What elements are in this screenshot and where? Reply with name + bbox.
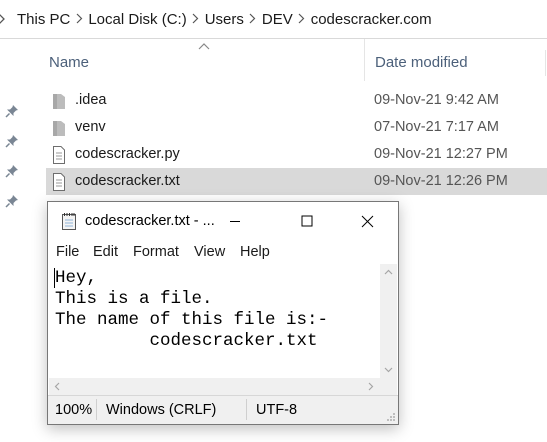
navigation-pane [0,39,26,442]
close-button[interactable] [344,202,390,240]
breadcrumb: This PC Local Disk (C:) Users DEV codesc… [17,0,432,38]
scroll-down-icon[interactable] [384,367,393,373]
text-editor-area[interactable]: Hey, This is a file. The name of this fi… [49,264,380,378]
notepad-menu-bar: File Edit Format View Help [48,240,398,264]
resize-grip-icon[interactable] [386,412,396,422]
file-date: 09-Nov-21 12:26 PM [374,173,508,189]
column-header-date-modified[interactable]: Date modified [364,39,547,81]
notepad-status-bar: 100% Windows (CRLF) UTF-8 [48,395,398,424]
file-date: 07-Nov-21 7:17 AM [374,119,499,135]
menu-help[interactable]: Help [240,244,270,260]
menu-format[interactable]: Format [133,244,179,260]
notepad-app-icon [62,213,76,230]
breadcrumb-codescracker[interactable]: codescracker.com [311,11,432,28]
chevron-right-icon[interactable] [187,12,205,27]
file-name: codescracker.txt [75,173,180,189]
file-date: 09-Nov-21 9:42 AM [374,92,499,108]
scroll-up-icon[interactable] [384,269,393,275]
column-header-name-label: Name [49,54,90,71]
status-divider [246,399,247,420]
vertical-scrollbar[interactable] [380,264,397,378]
horizontal-scrollbar[interactable] [49,378,380,395]
breadcrumb-local-disk[interactable]: Local Disk (C:) [88,11,186,28]
file-name: .idea [75,92,107,108]
maximize-icon [301,215,313,227]
chevron-icon [0,0,6,38]
text-file-icon [53,146,65,164]
menu-view[interactable]: View [194,244,225,260]
column-header-name[interactable]: Name [49,39,359,81]
folder-icon [53,94,65,109]
file-row-idea[interactable]: .idea 09-Nov-21 9:42 AM [46,87,547,114]
pin-icon[interactable] [5,164,19,178]
text-caret [54,268,55,288]
scrollbar-corner [380,378,397,395]
minimize-icon [230,221,240,222]
menu-edit[interactable]: Edit [93,244,118,260]
file-row-venv[interactable]: venv 07-Nov-21 7:17 AM [46,114,547,141]
status-zoom: 100% [55,402,93,418]
window-title: codescracker.txt - ... [85,213,215,229]
pin-icon[interactable] [5,194,19,208]
notepad-window[interactable]: codescracker.txt - ... File Edit Format … [47,201,399,425]
column-divider[interactable] [545,50,546,76]
text-file-icon [53,173,65,191]
breadcrumb-this-pc[interactable]: This PC [17,11,70,28]
column-header-date-label: Date modified [375,54,468,71]
menu-file[interactable]: File [56,244,79,260]
notepad-title-bar[interactable]: codescracker.txt - ... [48,202,398,240]
breadcrumb-dev[interactable]: DEV [262,11,293,28]
scroll-left-icon[interactable] [54,382,60,391]
file-row-codescracker-py[interactable]: codescracker.py 09-Nov-21 12:27 PM [46,141,547,168]
file-row-codescracker-txt[interactable]: codescracker.txt 09-Nov-21 12:26 PM [46,168,547,195]
file-name: codescracker.py [75,146,180,162]
file-name: venv [75,119,106,135]
status-divider [96,399,97,420]
minimize-button[interactable] [212,202,258,240]
pin-icon[interactable] [5,134,19,148]
chevron-right-icon[interactable] [293,12,311,27]
status-encoding: UTF-8 [256,402,298,418]
file-date: 09-Nov-21 12:27 PM [374,146,508,162]
folder-icon [53,121,65,136]
scroll-right-icon[interactable] [368,382,374,391]
status-line-ending: Windows (CRLF) [106,402,217,418]
chevron-right-icon[interactable] [244,12,262,27]
pin-icon[interactable] [5,104,19,118]
close-icon [361,215,373,227]
chevron-right-icon[interactable] [70,12,88,27]
address-bar[interactable]: This PC Local Disk (C:) Users DEV codesc… [0,0,547,39]
maximize-button[interactable] [284,202,330,240]
breadcrumb-users[interactable]: Users [205,11,244,28]
